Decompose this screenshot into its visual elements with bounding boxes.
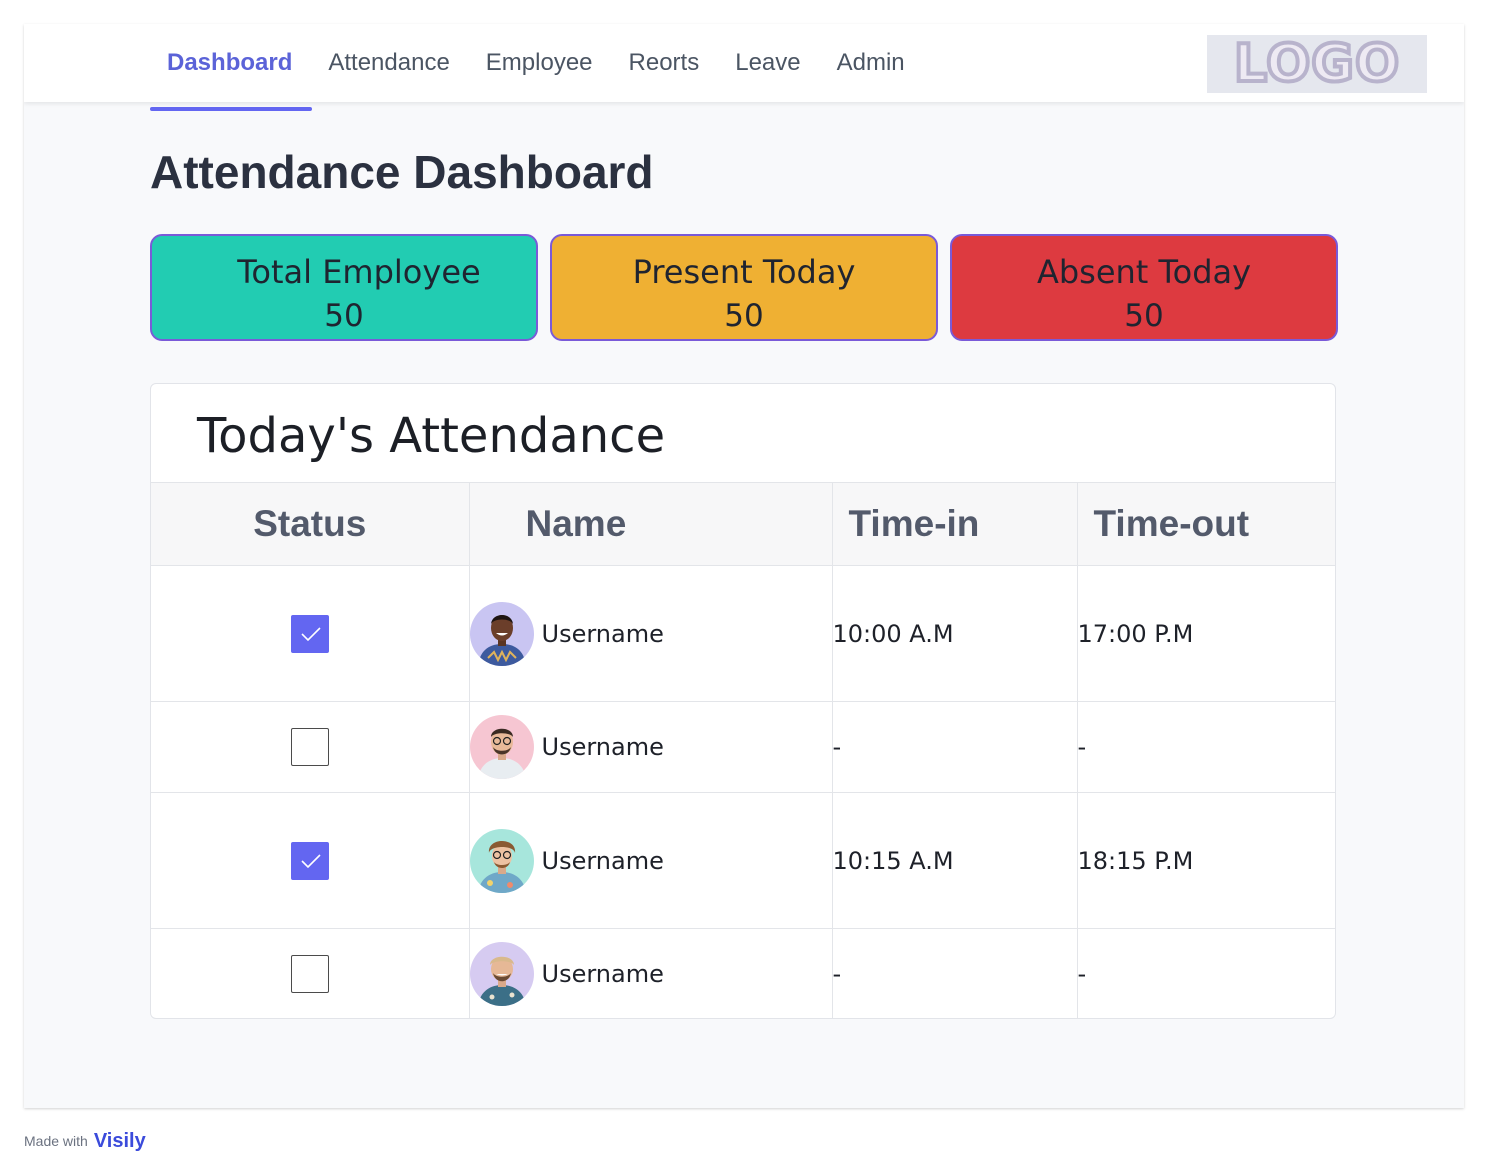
table-row: Username - -: [151, 928, 1335, 1018]
column-header-time-in: Time-in: [831, 482, 1078, 566]
avatar: [469, 942, 534, 1006]
visily-brand-text: Visily: [93, 1129, 146, 1152]
check-icon: [301, 853, 321, 868]
employee-name: Username: [541, 846, 664, 875]
employee-name: Username: [541, 619, 664, 648]
stat-card-value: 50: [724, 298, 764, 334]
time-in-cell: -: [831, 701, 1078, 793]
name-cell: Username: [468, 701, 833, 793]
column-header-status: Status: [151, 482, 470, 566]
table-header-row: Status Name Time-in Time-out: [151, 482, 1335, 566]
status-cell: [151, 792, 470, 929]
avatar: [469, 601, 534, 666]
status-checkbox[interactable]: [290, 728, 329, 766]
stat-card-present-today: Present Today 50: [550, 234, 938, 341]
status-cell: [151, 701, 470, 793]
active-tab-indicator: [150, 107, 312, 111]
name-cell: Username: [468, 792, 833, 929]
status-cell: [151, 565, 470, 702]
status-checkbox[interactable]: [290, 614, 329, 653]
todays-attendance-panel: Today's Attendance Status Name Time-in T…: [150, 383, 1336, 1019]
attendance-table: Status Name Time-in Time-out Username 10…: [151, 482, 1335, 1018]
time-in-cell: -: [831, 928, 1078, 1018]
stat-card-value: 50: [1124, 298, 1164, 334]
time-in-cell: 10:00 A.M: [831, 565, 1078, 702]
name-cell: Username: [468, 928, 833, 1018]
status-cell: [151, 928, 470, 1018]
made-with-text: Made with: [24, 1133, 88, 1149]
employee-name: Username: [541, 960, 664, 988]
stat-cards: Total Employee 50 Present Today 50 Absen…: [150, 234, 1338, 341]
nav-item-reports[interactable]: Reorts: [629, 24, 700, 102]
table-row: Username 10:15 A.M 18:15 P.M: [151, 792, 1335, 929]
stat-card-value: 50: [324, 298, 364, 334]
app-frame: Dashboard Attendance Employee Reorts Lea…: [24, 24, 1464, 1108]
nav-item-attendance[interactable]: Attendance: [328, 24, 449, 102]
time-out-cell: -: [1076, 928, 1335, 1018]
panel-title: Today's Attendance: [197, 408, 666, 464]
table-row: Username - -: [151, 701, 1335, 793]
nav-item-admin[interactable]: Admin: [837, 24, 905, 102]
top-navigation-bar: Dashboard Attendance Employee Reorts Lea…: [24, 24, 1464, 102]
stat-card-absent-today: Absent Today 50: [950, 234, 1338, 341]
logo-text: LOGO: [1232, 34, 1401, 94]
page-title: Attendance Dashboard: [150, 146, 654, 198]
name-cell: Username: [468, 565, 833, 702]
column-header-time-out: Time-out: [1076, 482, 1335, 566]
column-header-name: Name: [468, 482, 833, 566]
stat-card-label: Absent Today: [1036, 253, 1252, 291]
avatar: [469, 715, 534, 779]
nav-item-dashboard[interactable]: Dashboard: [150, 24, 309, 102]
stat-card-total-employee: Total Employee 50: [150, 234, 538, 341]
stat-card-label: Present Today: [632, 253, 856, 291]
time-in-cell: 10:15 A.M: [831, 792, 1078, 929]
time-out-cell: 17:00 P.M: [1076, 565, 1335, 702]
status-checkbox[interactable]: [290, 955, 329, 993]
status-checkbox[interactable]: [290, 841, 329, 880]
time-out-cell: -: [1076, 701, 1335, 793]
logo[interactable]: LOGO: [1207, 35, 1427, 93]
table-row: Username 10:00 A.M 17:00 P.M: [151, 565, 1335, 702]
stat-card-label: Total Employee: [237, 253, 481, 291]
nav-item-employee[interactable]: Employee: [486, 24, 593, 102]
check-icon: [301, 626, 321, 641]
employee-name: Username: [541, 733, 664, 761]
visily-brand: Visily: [94, 1130, 146, 1153]
main-nav: Dashboard Attendance Employee Reorts Lea…: [150, 24, 941, 102]
nav-item-leave[interactable]: Leave: [735, 24, 800, 102]
time-out-cell: 18:15 P.M: [1076, 792, 1335, 929]
avatar: [469, 828, 534, 893]
made-with-badge[interactable]: Made with Visily: [24, 1126, 146, 1156]
